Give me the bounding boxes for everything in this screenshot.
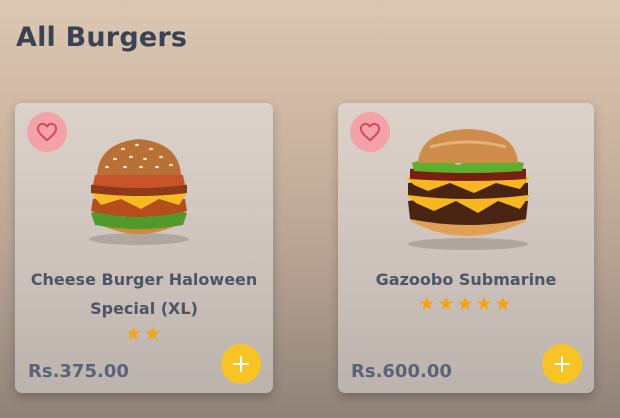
product-name: Cheese Burger Haloween Special (XL) xyxy=(30,270,258,318)
plus-icon xyxy=(554,356,570,372)
product-name: Gazoobo Submarine xyxy=(375,270,557,289)
favorite-button[interactable] xyxy=(350,112,390,152)
cheese-burger-image xyxy=(89,139,189,245)
rating-stars: ★★ xyxy=(124,323,164,345)
product-price: Rs.375.00 xyxy=(28,361,129,382)
heart-outline-icon xyxy=(359,122,381,142)
rating-stars: ★★★★★ xyxy=(418,293,514,315)
page-title: All Burgers xyxy=(16,22,188,53)
plus-icon xyxy=(233,356,249,372)
product-card[interactable]: Gazoobo Submarine ★★★★★ Rs.600.00 xyxy=(338,103,594,393)
heart-outline-icon xyxy=(36,122,58,142)
add-to-cart-button[interactable] xyxy=(221,344,261,384)
add-to-cart-button[interactable] xyxy=(542,344,582,384)
favorite-button[interactable] xyxy=(27,112,67,152)
product-card[interactable]: Cheese Burger Haloween Special (XL) ★★ R… xyxy=(15,103,273,393)
gazoobo-burger-image xyxy=(406,129,530,250)
product-price: Rs.600.00 xyxy=(351,361,452,382)
